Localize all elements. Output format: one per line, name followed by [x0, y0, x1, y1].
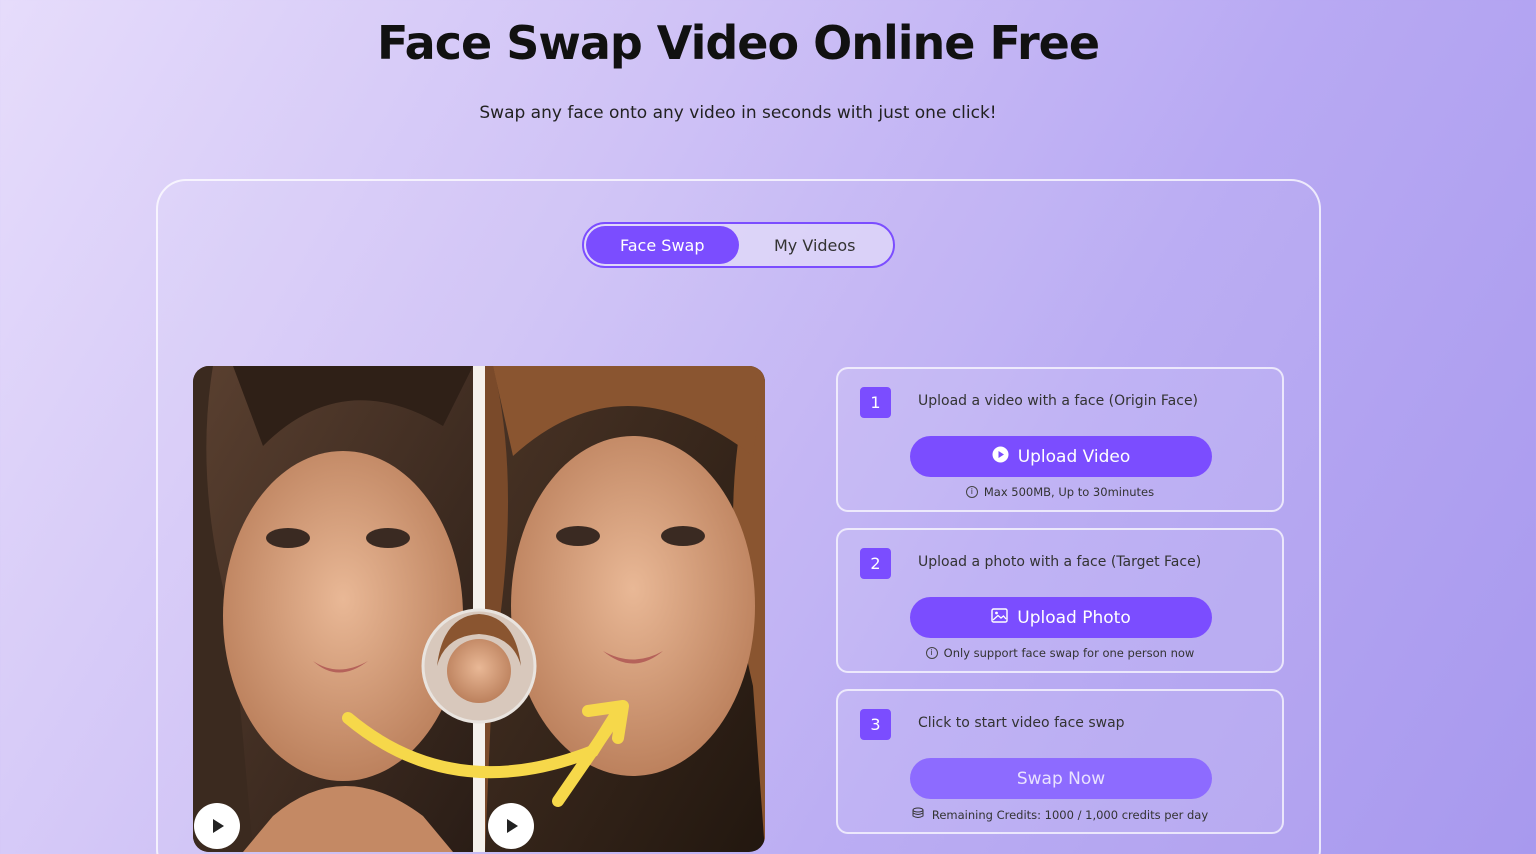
step-label: Upload a video with a face (Origin Face): [918, 393, 1199, 409]
left-face-shape: [223, 451, 463, 781]
page-title: Face Swap Video Online Free: [376, 16, 1100, 70]
upload-video-note: Max 500MB, Up to 30minutes: [983, 485, 1155, 499]
credits-note: Remaining Credits: 1000 / 1,000 credits …: [931, 808, 1209, 822]
upload-photo-label: Upload Photo: [1017, 607, 1131, 628]
step-note: i Only support face swap for one person …: [838, 646, 1282, 660]
play-circle-icon: [992, 446, 1009, 468]
info-icon: i: [965, 486, 978, 498]
preview-illustration: [193, 366, 765, 852]
info-icon: i: [925, 647, 938, 659]
step-number: 3: [860, 709, 891, 740]
step-label: Upload a photo with a face (Target Face): [918, 554, 1202, 570]
tab-my-videos[interactable]: My Videos: [739, 226, 892, 264]
step-number: 1: [860, 387, 891, 418]
upload-video-button[interactable]: Upload Video: [910, 436, 1212, 477]
tab-face-swap[interactable]: Face Swap: [586, 226, 739, 264]
step-number: 2: [860, 548, 891, 579]
step-label: Click to start video face swap: [918, 715, 1125, 731]
right-face-shape: [511, 436, 755, 776]
step-upload-video: 1 Upload a video with a face (Origin Fac…: [836, 367, 1284, 512]
before-after-preview: [193, 366, 765, 852]
upload-photo-note: Only support face swap for one person no…: [943, 646, 1195, 660]
swap-now-label: Swap Now: [1016, 768, 1106, 789]
upload-photo-button[interactable]: Upload Photo: [910, 597, 1212, 638]
image-icon: [991, 607, 1008, 628]
credits-icon: [912, 807, 926, 823]
swap-now-button[interactable]: Swap Now: [910, 758, 1212, 799]
step-swap: 3 Click to start video face swap Swap No…: [836, 689, 1284, 834]
step-upload-photo: 2 Upload a photo with a face (Target Fac…: [836, 528, 1284, 673]
play-icon[interactable]: [488, 803, 534, 849]
step-note: i Max 500MB, Up to 30minutes: [838, 485, 1282, 499]
tab-bar: Face Swap My Videos: [582, 222, 895, 268]
page-subtitle: Swap any face onto any video in seconds …: [479, 103, 997, 123]
step-note: Remaining Credits: 1000 / 1,000 credits …: [838, 807, 1282, 823]
play-icon[interactable]: [194, 803, 240, 849]
upload-video-label: Upload Video: [1017, 446, 1131, 467]
